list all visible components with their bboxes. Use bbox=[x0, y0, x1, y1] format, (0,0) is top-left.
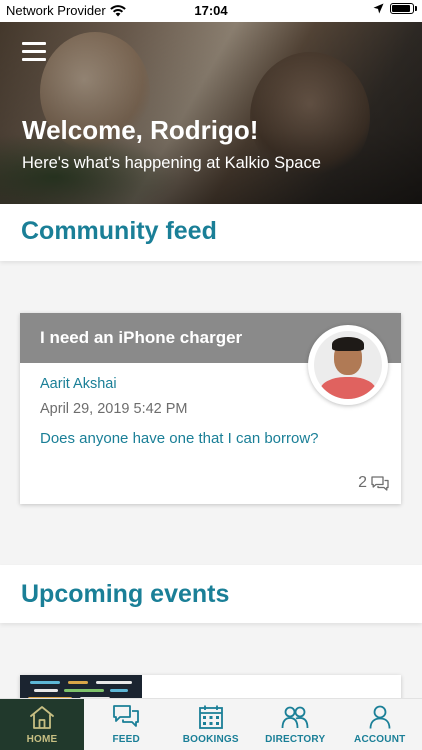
tab-directory[interactable]: DIRECTORY bbox=[253, 699, 338, 750]
welcome-subtitle: Here's what's happening at Kalkio Space bbox=[22, 154, 321, 172]
status-bar: Network Provider 17:04 bbox=[0, 0, 422, 22]
upcoming-events-title: Upcoming events bbox=[21, 580, 230, 608]
clock: 17:04 bbox=[194, 3, 228, 18]
welcome-title: Welcome, Rodrigo! bbox=[22, 115, 259, 145]
location-arrow-icon bbox=[373, 3, 384, 14]
hero-overlay bbox=[0, 22, 422, 204]
feed-post-card[interactable]: I need an iPhone charger Aarit Akshai Ap… bbox=[20, 313, 401, 504]
hamburger-menu-icon[interactable] bbox=[22, 42, 46, 62]
avatar[interactable] bbox=[308, 325, 388, 405]
chat-bubbles-icon bbox=[113, 705, 140, 727]
post-body: Does anyone have one that I can borrow? bbox=[40, 430, 319, 447]
post-title: I need an iPhone charger bbox=[40, 328, 243, 347]
battery-level bbox=[392, 5, 410, 12]
tab-label: HOME bbox=[26, 734, 58, 745]
tab-label: ACCOUNT bbox=[354, 734, 406, 745]
upcoming-events-header: Upcoming events bbox=[0, 565, 422, 623]
tab-feed[interactable]: FEED bbox=[84, 699, 169, 750]
community-feed-header: Community feed bbox=[0, 204, 422, 261]
user-icon bbox=[369, 705, 391, 729]
tab-label: DIRECTORY bbox=[265, 734, 326, 745]
home-icon bbox=[30, 706, 54, 729]
comments-button[interactable]: 2 bbox=[358, 474, 389, 492]
status-icons bbox=[373, 3, 417, 14]
tab-account[interactable]: ACCOUNT bbox=[338, 699, 422, 750]
post-date: April 29, 2019 5:42 PM bbox=[40, 401, 188, 417]
tab-home[interactable]: HOME bbox=[0, 699, 84, 750]
bottom-tab-bar: HOME FEED BOOKINGS DIRECTORY ACCOUNT bbox=[0, 698, 422, 750]
avatar-photo bbox=[314, 331, 382, 399]
tab-label: FEED bbox=[112, 734, 140, 745]
battery-icon bbox=[390, 3, 417, 14]
comment-count: 2 bbox=[358, 474, 367, 491]
post-author[interactable]: Aarit Akshai bbox=[40, 376, 117, 392]
calendar-icon bbox=[198, 705, 223, 729]
tab-label: BOOKINGS bbox=[182, 734, 239, 745]
hero-banner: Welcome, Rodrigo! Here's what's happenin… bbox=[0, 22, 422, 204]
people-icon bbox=[281, 706, 309, 729]
tab-bookings[interactable]: BOOKINGS bbox=[169, 699, 254, 750]
community-feed-title: Community feed bbox=[21, 217, 217, 245]
comment-icon bbox=[371, 475, 389, 491]
